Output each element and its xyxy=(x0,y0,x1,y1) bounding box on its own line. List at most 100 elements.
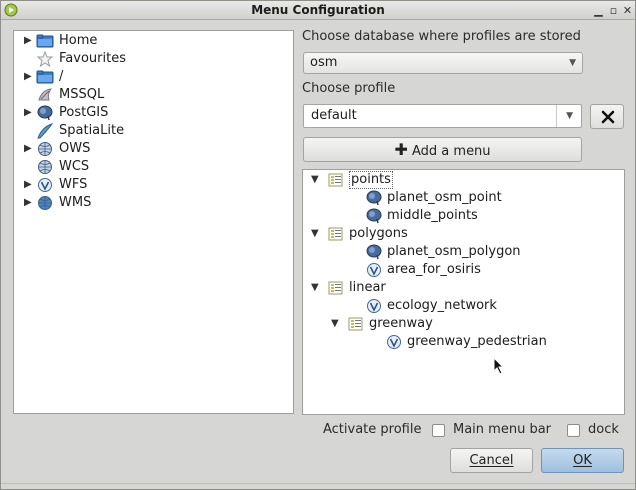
database-label: Choose database where profiles are store… xyxy=(302,29,581,44)
expand-arrow-icon[interactable]: ▶ xyxy=(24,176,34,194)
menu-item-label: planet_osm_polygon xyxy=(387,244,521,259)
vector-icon xyxy=(385,334,403,350)
expand-arrow-icon[interactable]: ▶ xyxy=(24,32,34,50)
window-title: Menu Configuration xyxy=(251,3,385,17)
database-combo[interactable]: osm ▼ xyxy=(303,52,583,74)
title-bar: Menu Configuration ▁ ▫ ✕ xyxy=(1,1,635,20)
chevron-down-icon: ▼ xyxy=(569,58,576,68)
menu-item-label: linear xyxy=(349,280,386,295)
menu-item-label: planet_osm_point xyxy=(387,190,502,205)
browser-item-label: / xyxy=(59,69,64,84)
browser-item-root[interactable]: ▶ / xyxy=(24,68,284,86)
expand-arrow-icon[interactable]: ▶ xyxy=(24,140,34,158)
dock-label: dock xyxy=(588,422,619,437)
browser-tree-panel[interactable]: ▶ Home Favourites ▶ / MSSQL ▶ PostGIS SpatiaLite… xyxy=(13,30,294,414)
profile-combo[interactable]: default ▼ xyxy=(303,104,582,128)
menu-item-label: middle_points xyxy=(387,208,478,223)
browser-item-label: Favourites xyxy=(59,51,126,66)
main-menu-bar-label: Main menu bar xyxy=(453,422,552,437)
browser-item-label: SpatiaLite xyxy=(59,123,125,138)
ows-icon xyxy=(36,141,54,157)
menu-layer-item[interactable]: greenway_pedestrian xyxy=(351,333,613,351)
browser-item-favourites[interactable]: Favourites xyxy=(24,50,284,68)
postgis-icon xyxy=(365,208,383,224)
profile-label: Choose profile xyxy=(302,81,396,96)
collapse-arrow-icon[interactable]: ▼ xyxy=(331,315,341,333)
wcs-icon xyxy=(36,159,54,175)
status-grip xyxy=(1,483,635,489)
main-menu-bar-checkbox[interactable] xyxy=(432,424,445,437)
database-value: osm xyxy=(310,55,338,70)
browser-item-label: MSSQL xyxy=(59,87,105,102)
menu-tree-panel[interactable]: ▼ points planet_osm_point middle_points ▼ pol… xyxy=(302,169,625,415)
wfs-icon xyxy=(36,177,54,193)
browser-item-label: WCS xyxy=(59,159,90,174)
menu-item-label: greenway xyxy=(369,316,433,331)
browser-item-label: WMS xyxy=(59,195,92,210)
menu-icon xyxy=(327,280,345,296)
plus-icon: ✚ xyxy=(394,140,408,159)
close-icon xyxy=(601,110,615,124)
collapse-arrow-icon[interactable]: ▼ xyxy=(311,171,321,189)
cancel-label: Cancel xyxy=(469,453,514,468)
menu-item-label: polygons xyxy=(349,226,408,241)
menu-icon xyxy=(347,316,365,332)
expand-arrow-icon[interactable]: ▶ xyxy=(24,194,34,212)
menu-layer-item[interactable]: area_for_osiris xyxy=(331,261,613,279)
close-window-icon[interactable]: ✕ xyxy=(621,4,634,17)
chevron-down-icon[interactable]: ▼ xyxy=(566,105,573,127)
postgis-icon xyxy=(365,244,383,260)
menu-item-label: ecology_network xyxy=(387,298,497,313)
minimize-icon[interactable]: ▁ xyxy=(592,4,605,17)
add-menu-label: Add a menu xyxy=(412,144,491,159)
profile-value[interactable]: default xyxy=(311,108,357,123)
browser-item-mssql[interactable]: MSSQL xyxy=(24,86,284,104)
wms-icon xyxy=(36,195,54,211)
ok-label: OK xyxy=(573,453,592,468)
cancel-button[interactable]: Cancel xyxy=(450,448,533,473)
vector-icon xyxy=(365,262,383,278)
browser-item-wms[interactable]: ▶ WMS xyxy=(24,194,284,212)
postgis-icon xyxy=(36,105,54,121)
delete-profile-button[interactable] xyxy=(590,104,624,129)
mssql-icon xyxy=(36,87,54,103)
maximize-icon[interactable]: ▫ xyxy=(607,4,620,17)
menu-layer-item[interactable]: ecology_network xyxy=(331,297,613,315)
collapse-arrow-icon[interactable]: ▼ xyxy=(311,225,321,243)
expand-arrow-icon[interactable]: ▶ xyxy=(24,104,34,122)
folder-icon xyxy=(36,69,54,85)
folder-icon xyxy=(36,33,54,49)
menu-layer-item[interactable]: middle_points xyxy=(331,207,613,225)
menu-layer-item[interactable]: planet_osm_polygon xyxy=(331,243,613,261)
vector-icon xyxy=(365,298,383,314)
activate-profile-label: Activate profile xyxy=(323,422,422,437)
menu-layer-item[interactable]: planet_osm_point xyxy=(331,189,613,207)
menu-group-item[interactable]: ▼ greenway xyxy=(331,315,613,333)
browser-item-label: Home xyxy=(59,33,98,48)
browser-item-wfs[interactable]: ▶ WFS xyxy=(24,176,284,194)
browser-item-label: PostGIS xyxy=(59,105,109,120)
browser-item-postgis[interactable]: ▶ PostGIS xyxy=(24,104,284,122)
mouse-cursor-icon xyxy=(493,357,505,375)
browser-item-home[interactable]: ▶ Home xyxy=(24,32,284,50)
browser-item-spatialite[interactable]: SpatiaLite xyxy=(24,122,284,140)
ok-button[interactable]: OK xyxy=(541,448,624,473)
menu-item-label: points xyxy=(349,171,393,189)
menu-item-label: greenway_pedestrian xyxy=(407,334,547,349)
dock-checkbox[interactable] xyxy=(567,424,580,437)
collapse-arrow-icon[interactable]: ▼ xyxy=(311,279,321,297)
spatialite-icon xyxy=(36,123,54,139)
menu-icon xyxy=(327,172,345,188)
add-menu-button[interactable]: ✚ Add a menu xyxy=(303,137,582,162)
browser-item-label: OWS xyxy=(59,141,91,156)
postgis-icon xyxy=(365,190,383,206)
menu-group-item[interactable]: ▼ polygons xyxy=(311,225,613,243)
browser-item-label: WFS xyxy=(59,177,88,192)
browser-item-ows[interactable]: ▶ OWS xyxy=(24,140,284,158)
browser-item-wcs[interactable]: WCS xyxy=(24,158,284,176)
menu-group-item[interactable]: ▼ linear xyxy=(311,279,613,297)
expand-arrow-icon[interactable]: ▶ xyxy=(24,68,34,86)
menu-group-item[interactable]: ▼ points xyxy=(311,171,613,189)
menu-configuration-dialog: Menu Configuration ▁ ▫ ✕ ▶ Home Favourites… xyxy=(0,0,636,490)
menu-icon xyxy=(327,226,345,242)
